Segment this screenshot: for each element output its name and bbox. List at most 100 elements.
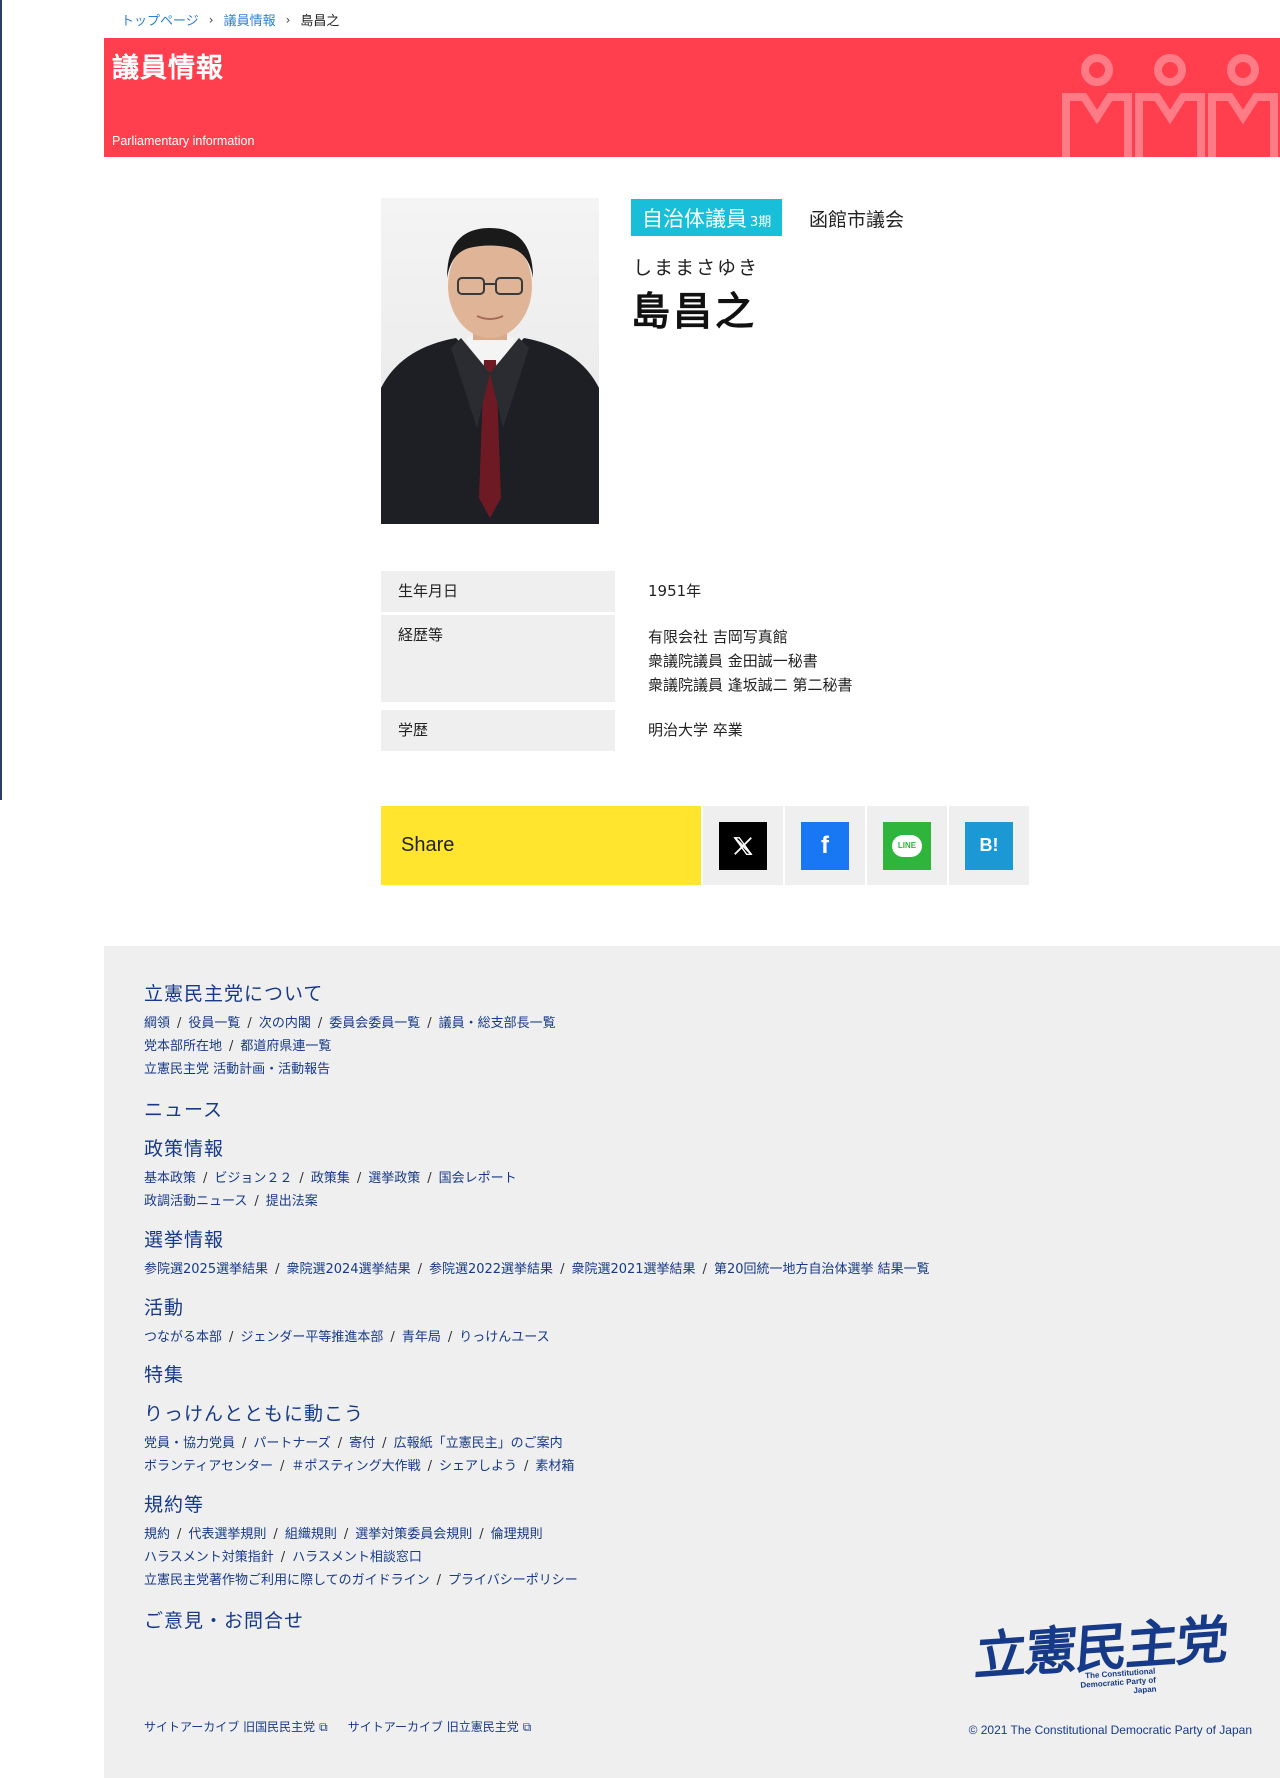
footer-link[interactable]: 役員一覧 bbox=[188, 1016, 240, 1031]
hatena-bookmark-icon: B! bbox=[965, 821, 1013, 870]
footer-section-title[interactable]: 立憲民主党について bbox=[144, 979, 556, 1006]
footer-link[interactable]: 政策集 bbox=[311, 1171, 350, 1186]
footer-link[interactable]: りっけんユース bbox=[459, 1330, 549, 1345]
footer-link[interactable]: 選挙対策委員会規則 bbox=[355, 1527, 472, 1542]
profile-table: 生年月日 1951年 経歴等 有限会社 吉岡写真館 衆議院議員 金田誠一秘書 衆… bbox=[381, 571, 1081, 754]
footer-link[interactable]: ＃ポスティング大作戦 bbox=[291, 1459, 420, 1474]
footer-section: 政策情報 基本政策 / ビジョン２２/政策集 / 選挙政策 / 国会レポート 政調活動ニュー… bbox=[144, 1134, 517, 1213]
footer-link[interactable]: 第20回統一地方自治体選挙 結果一覧 bbox=[714, 1262, 930, 1277]
footer-link[interactable]: 党員・協力党員 bbox=[144, 1436, 235, 1451]
footer-link[interactable]: 基本政策 bbox=[144, 1171, 196, 1186]
footer-link[interactable]: 議員・総支部長一覧 bbox=[439, 1016, 556, 1031]
member-name: 島昌之 bbox=[631, 290, 758, 335]
portrait-image bbox=[381, 228, 599, 524]
footer-link[interactable]: 参院選2022選挙結果 bbox=[429, 1262, 553, 1277]
footer-link[interactable]: 党本部所在地 bbox=[144, 1039, 222, 1054]
footer-link[interactable]: 組織規則 bbox=[285, 1527, 337, 1542]
archive-link[interactable]: サイトアーカイブ 旧立憲民主党 ⧉ bbox=[348, 1718, 532, 1735]
footer-section-title[interactable]: りっけんとともに動こう bbox=[144, 1399, 574, 1426]
footer-section-title[interactable]: 規約等 bbox=[144, 1490, 578, 1517]
profile-row-birth: 生年月日 1951年 bbox=[381, 571, 1081, 612]
footer-link[interactable]: ハラスメント相談窓口 bbox=[292, 1550, 422, 1565]
profile-label: 学歴 bbox=[381, 710, 615, 751]
share-bar: Share f LINE B! bbox=[381, 806, 1031, 885]
footer-section-title[interactable]: ニュース bbox=[144, 1095, 223, 1122]
footer-link[interactable]: ハラスメント対策指針 bbox=[144, 1550, 274, 1565]
member-assembly: 函館市議会 bbox=[809, 209, 905, 231]
footer-link[interactable]: 参院選2025選挙結果 bbox=[144, 1262, 268, 1277]
line-glyph: LINE bbox=[892, 834, 922, 857]
member-portrait bbox=[381, 198, 599, 524]
footer-link[interactable]: 立憲民主党 活動計画・活動報告 bbox=[144, 1062, 330, 1077]
profile-row-education: 学歴 明治大学 卒業 bbox=[381, 710, 1081, 751]
profile-value-list: 有限会社 吉岡写真館 衆議院議員 金田誠一秘書 衆議院議員 逢坂誠二 第二秘書 bbox=[615, 615, 1081, 707]
footer-section-title[interactable]: 選挙情報 bbox=[144, 1225, 930, 1252]
footer-link[interactable]: 次の内閣 bbox=[259, 1016, 311, 1031]
footer-link[interactable]: 素材箱 bbox=[535, 1459, 574, 1474]
share-line-button[interactable]: LINE bbox=[867, 806, 947, 885]
footer-section: ニュース bbox=[144, 1095, 223, 1128]
footer-link[interactable]: 倫理規則 bbox=[491, 1527, 543, 1542]
footer-link[interactable]: 選挙政策 bbox=[368, 1171, 420, 1186]
member-name-kana: しままさゆき bbox=[633, 257, 760, 279]
footer-link[interactable]: 都道府県連一覧 bbox=[240, 1039, 331, 1054]
breadcrumb-separator: › bbox=[208, 12, 214, 27]
footer-link[interactable]: ボランティアセンター bbox=[144, 1459, 273, 1474]
footer-section-title[interactable]: 活動 bbox=[144, 1293, 550, 1320]
share-facebook-button[interactable]: f bbox=[785, 806, 865, 885]
footer-link[interactable]: 寄付 bbox=[349, 1436, 375, 1451]
breadcrumb-members[interactable]: 議員情報 bbox=[224, 10, 276, 29]
footer-link[interactable]: プライバシーポリシー bbox=[448, 1573, 578, 1588]
breadcrumb-home[interactable]: トップページ bbox=[121, 10, 199, 29]
footer-link[interactable]: 衆院選2021選挙結果 bbox=[571, 1262, 695, 1277]
member-term: 3期 bbox=[750, 214, 772, 230]
footer-section-title[interactable]: ご意見・お問合せ bbox=[144, 1606, 304, 1633]
page-title: 議員情報 bbox=[112, 53, 224, 84]
footer-link[interactable]: つながる本部 bbox=[144, 1330, 222, 1345]
career-item: 有限会社 吉岡写真館 bbox=[648, 628, 788, 646]
breadcrumb: トップページ › 議員情報 › 島昌之 bbox=[121, 10, 340, 30]
footer-section: 特集 bbox=[144, 1360, 184, 1393]
footer-link[interactable]: 代表選挙規則 bbox=[188, 1527, 266, 1542]
footer-link[interactable]: ジェンダー平等推進本部 bbox=[240, 1330, 383, 1345]
party-logo[interactable]: 立憲民主党 The Constitutional Democratic Part… bbox=[973, 1606, 1251, 1701]
footer-link[interactable]: 国会レポート bbox=[439, 1171, 517, 1186]
site-archives: サイトアーカイブ 旧国民民主党 ⧉ サイトアーカイブ 旧立憲民主党 ⧉ bbox=[144, 1718, 531, 1735]
footer-link[interactable]: 政調活動ニュース bbox=[144, 1194, 247, 1209]
archive-link-label: サイトアーカイブ 旧国民民主党 bbox=[144, 1720, 316, 1734]
member-category: 自治体議員 bbox=[642, 206, 747, 231]
footer-link[interactable]: 青年局 bbox=[402, 1330, 441, 1345]
copyright: © 2021 The Constitutional Democratic Par… bbox=[968, 1723, 1252, 1737]
footer-link[interactable]: 提出法案 bbox=[266, 1194, 318, 1209]
external-link-icon: ⧉ bbox=[319, 1720, 328, 1734]
footer-link[interactable]: 立憲民主党著作物ご利用に際してのガイドライン bbox=[144, 1573, 430, 1588]
footer-section-title[interactable]: 特集 bbox=[144, 1360, 184, 1387]
page-subtitle: Parliamentary information bbox=[112, 134, 255, 148]
footer-link[interactable]: 衆院選2024選挙結果 bbox=[286, 1262, 410, 1277]
footer-section: 規約等 規約 / 代表選挙規則 / 組織規則 / 選挙対策委員会規則 / 倫理規則 ハラスメント… bbox=[144, 1490, 578, 1592]
breadcrumb-current: 島昌之 bbox=[300, 14, 340, 29]
footer-section-title[interactable]: 政策情報 bbox=[144, 1134, 517, 1161]
share-hatena-button[interactable]: B! bbox=[949, 806, 1029, 885]
people-icon bbox=[1062, 54, 1278, 157]
share-x-button[interactable] bbox=[703, 806, 783, 885]
profile-value: 1951年 bbox=[648, 582, 702, 600]
party-logo-english: The Constitutional Democratic Party of J… bbox=[1055, 1667, 1157, 1701]
footer-section: りっけんとともに動こう 党員・協力党員 / パートナーズ / 寄付 / 広報紙「立憲民主」の… bbox=[144, 1399, 574, 1478]
x-icon bbox=[719, 821, 767, 870]
line-icon: LINE bbox=[883, 821, 931, 870]
left-edge-rule bbox=[0, 0, 2, 800]
footer-section: 立憲民主党について 綱領 / 役員一覧 / 次の内閣 / 委員会委員一覧 / 議員・総支部長一覧… bbox=[144, 979, 556, 1081]
footer-link[interactable]: パートナーズ bbox=[253, 1436, 330, 1451]
footer-link[interactable]: ビジョン２２ bbox=[214, 1171, 292, 1186]
footer-link[interactable]: 綱領 bbox=[144, 1016, 170, 1031]
profile-row-career: 経歴等 有限会社 吉岡写真館 衆議院議員 金田誠一秘書 衆議院議員 逢坂誠二 第… bbox=[381, 615, 1081, 707]
footer-link[interactable]: シェアしよう bbox=[439, 1459, 517, 1474]
footer-section: 活動 つながる本部 / ジェンダー平等推進本部 / 青年局 / りっけんユース bbox=[144, 1293, 550, 1349]
footer-link[interactable]: 広報紙「立憲民主」のご案内 bbox=[394, 1436, 563, 1451]
footer-link[interactable]: 委員会委員一覧 bbox=[329, 1016, 420, 1031]
footer-link[interactable]: 規約 bbox=[144, 1527, 170, 1542]
facebook-icon: f bbox=[801, 821, 849, 870]
archive-link-label: サイトアーカイブ 旧立憲民主党 bbox=[347, 1720, 519, 1734]
archive-link[interactable]: サイトアーカイブ 旧国民民主党 ⧉ bbox=[144, 1718, 328, 1735]
